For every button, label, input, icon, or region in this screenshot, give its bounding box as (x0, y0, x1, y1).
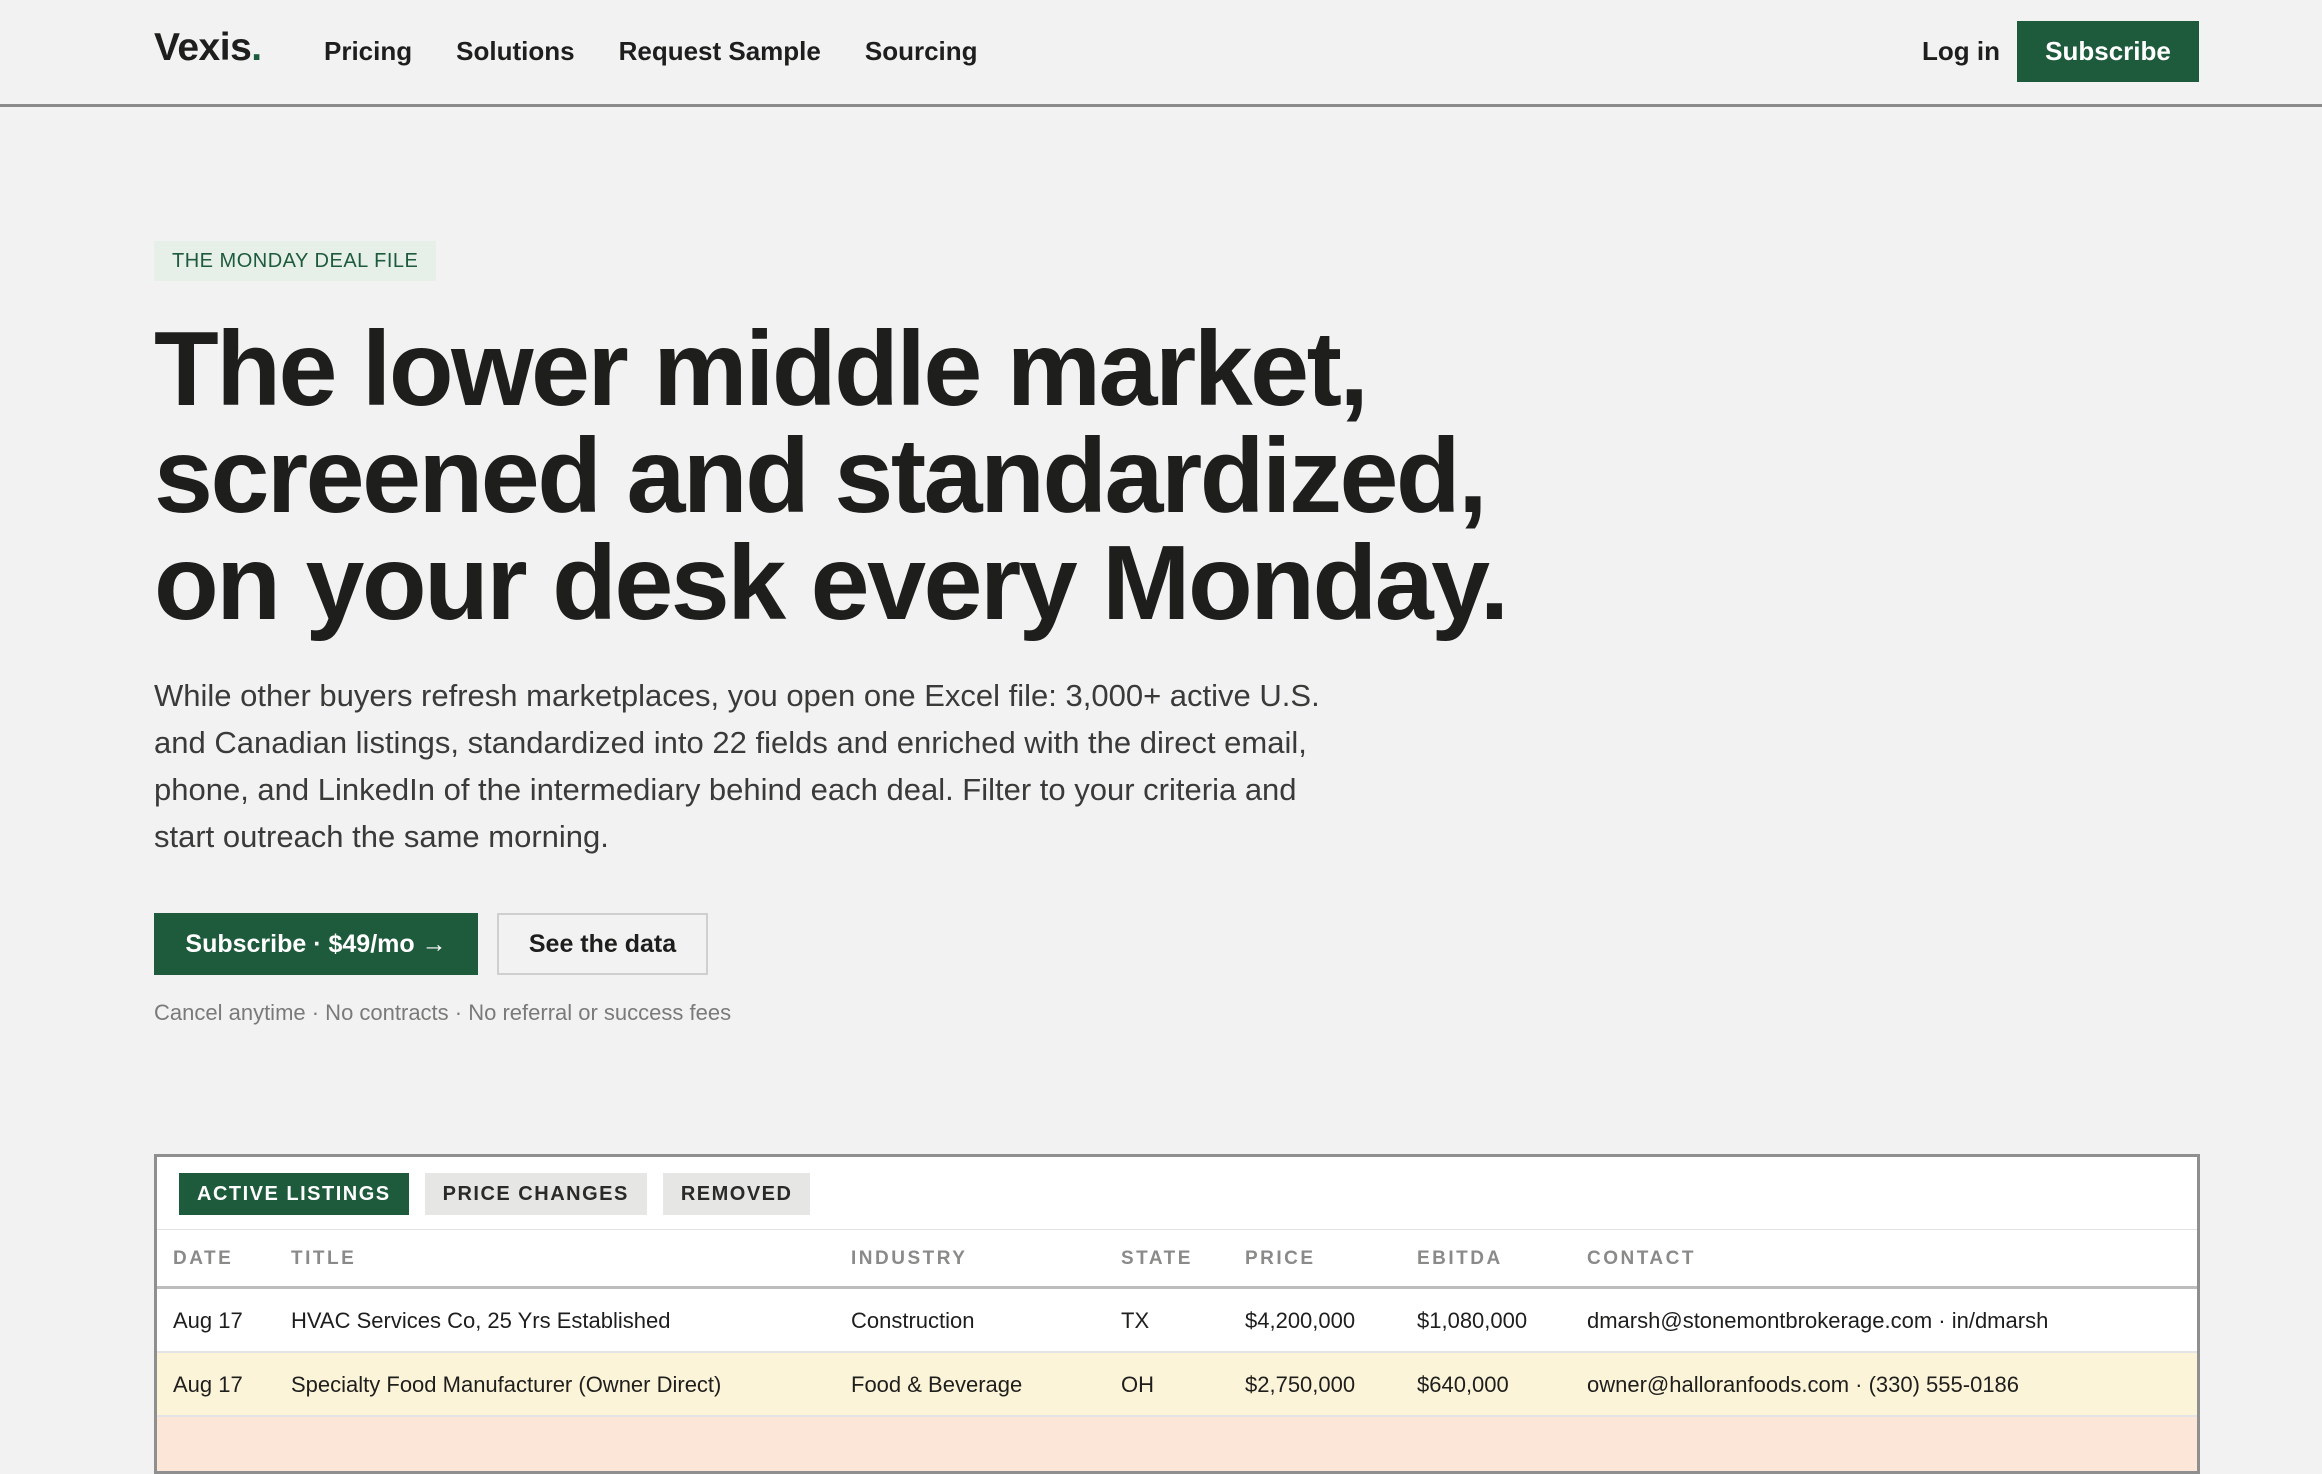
cell-industry: Food & Beverage (851, 1372, 1023, 1397)
column-header-ebitda[interactable]: EBITDA (1417, 1248, 1503, 1270)
data-preview-panel: ACTIVE LISTINGS PRICE CHANGES REMOVED DA… (154, 1154, 2200, 1474)
see-data-button[interactable]: See the data (497, 913, 708, 975)
cell-price: $2,750,000 (1245, 1372, 1356, 1397)
column-header-price[interactable]: PRICE (1245, 1248, 1316, 1270)
site-header: Vexis. Pricing Solutions Request Sample … (0, 0, 2322, 107)
nav-pricing[interactable]: Pricing (324, 36, 412, 67)
hero-headline: The lower middle market, screened and st… (154, 316, 1854, 637)
table-tabs: ACTIVE LISTINGS PRICE CHANGES REMOVED (179, 1173, 826, 1215)
logo-text: Vexis (154, 26, 252, 69)
nav-sourcing[interactable]: Sourcing (865, 36, 978, 67)
subscribe-cta-button[interactable]: Subscribe · $49/mo → (154, 913, 478, 975)
headline-line-3: on your desk every Monday. (154, 524, 1509, 642)
cell-contact: owner@halloranfoods.com · (330) 555-0186 (1587, 1372, 2020, 1397)
logo-dot: . (251, 26, 262, 69)
subscribe-button[interactable]: Subscribe (2017, 21, 2199, 82)
column-header-industry[interactable]: INDUSTRY (851, 1248, 967, 1270)
tab-active-listings[interactable]: ACTIVE LISTINGS (179, 1173, 409, 1215)
table-row[interactable]: Aug 17 HVAC Services Co, 25 Yrs Establis… (157, 1289, 2197, 1353)
cell-industry: Construction (851, 1308, 975, 1333)
headline-line-1: The lower middle market, (154, 310, 1369, 428)
cell-state: OH (1121, 1372, 1154, 1397)
cell-state: TX (1121, 1308, 1150, 1333)
fineprint: Cancel anytime · No contracts · No refer… (154, 1000, 732, 1025)
column-header-title[interactable]: TITLE (291, 1248, 356, 1270)
logo[interactable]: Vexis. (154, 26, 262, 70)
cell-ebitda: $1,080,000 (1417, 1308, 1528, 1333)
cell-title: Specialty Food Manufacturer (Owner Direc… (291, 1372, 722, 1397)
column-header-date[interactable]: DATE (173, 1248, 233, 1270)
tab-price-changes[interactable]: PRICE CHANGES (424, 1173, 647, 1215)
tab-removed[interactable]: REMOVED (662, 1173, 811, 1215)
headline-line-2: screened and standardized, (154, 417, 1488, 535)
column-header-contact[interactable]: CONTACT (1587, 1248, 1696, 1270)
cell-price: $4,200,000 (1245, 1308, 1356, 1333)
column-header-state[interactable]: STATE (1121, 1248, 1193, 1270)
table-row[interactable]: Aug 17 Specialty Food Manufacturer (Owne… (157, 1353, 2197, 1417)
table-row-partial[interactable] (157, 1417, 2197, 1471)
cell-contact: dmarsh@stonemontbrokerage.com · in/dmars… (1587, 1308, 2049, 1333)
main-nav: Pricing Solutions Request Sample Sourcin… (324, 36, 1022, 67)
hero-lead: While other buyers refresh marketplaces,… (154, 678, 1320, 854)
cell-ebitda: $640,000 (1417, 1372, 1509, 1397)
nav-solutions[interactable]: Solutions (456, 36, 574, 67)
cell-title: HVAC Services Co, 25 Yrs Established (291, 1308, 671, 1333)
nav-request-sample[interactable]: Request Sample (619, 36, 821, 67)
eyebrow-label: THE MONDAY DEAL FILE (154, 241, 437, 281)
cell-date: Aug 17 (173, 1372, 243, 1397)
cell-date: Aug 17 (173, 1308, 243, 1333)
table-header: DATE TITLE INDUSTRY STATE PRICE EBITDA C… (157, 1229, 2197, 1289)
login-link[interactable]: Log in (1922, 36, 2000, 67)
